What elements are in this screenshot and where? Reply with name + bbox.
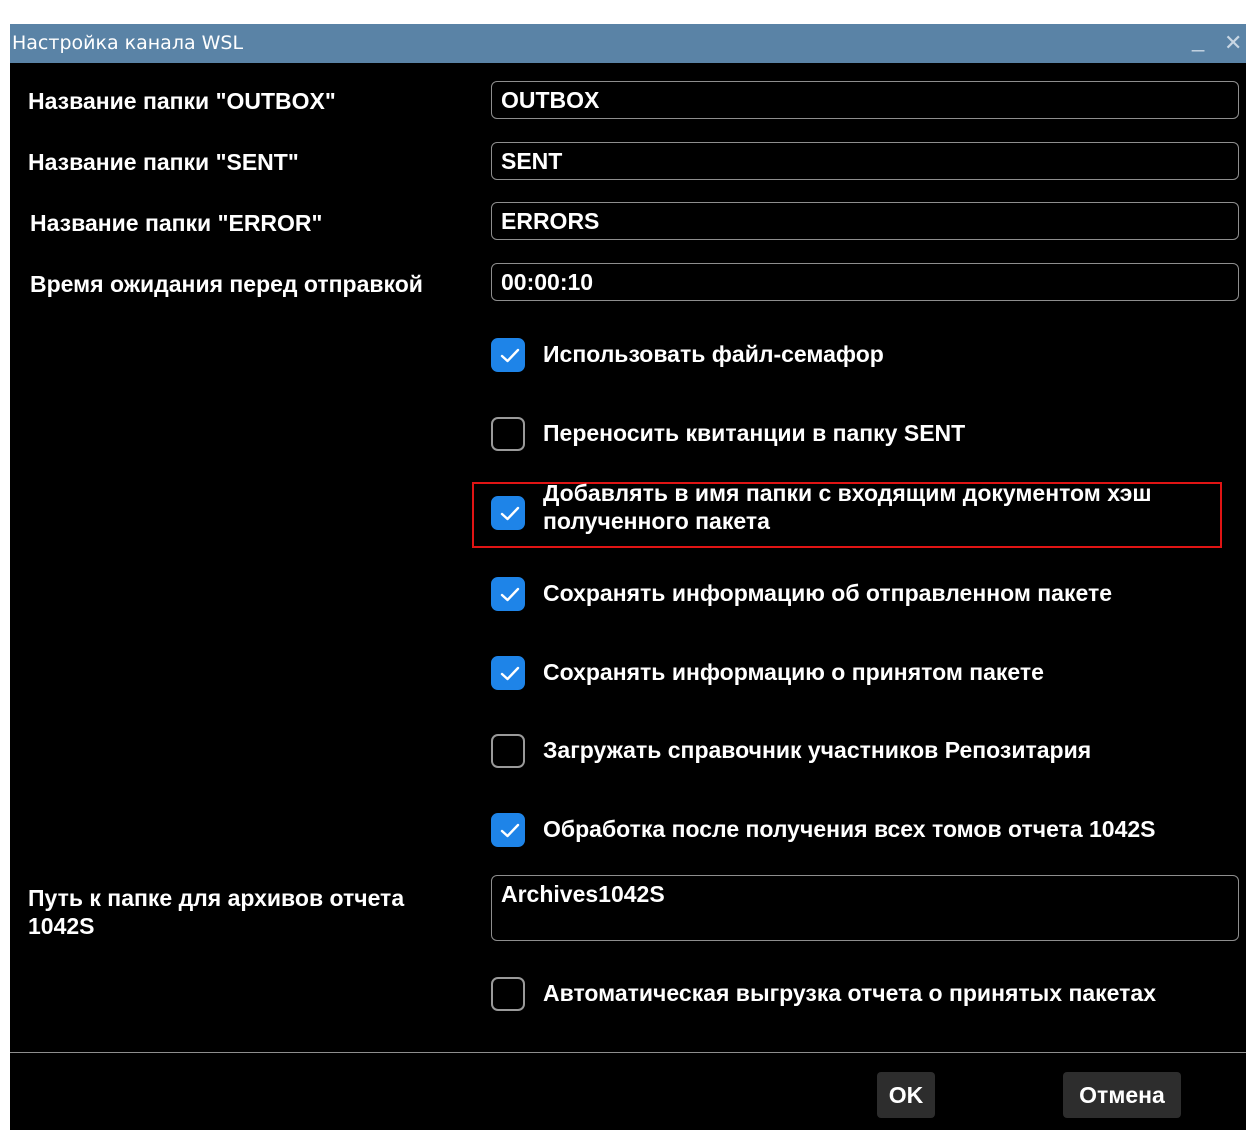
footer-divider (10, 1052, 1246, 1053)
sent-label: Название папки "SENT" (28, 149, 299, 175)
check-icon (500, 823, 520, 838)
check-icon (500, 587, 520, 602)
checkbox-label: Обработка после получения всех томов отч… (543, 816, 1156, 842)
archive-path-input[interactable]: Archives1042S (501, 880, 1231, 938)
check-icon (500, 506, 520, 521)
checkbox-label: Использовать файл-семафор (543, 341, 884, 367)
outbox-label: Название папки "OUTBOX" (28, 88, 336, 114)
error-input[interactable] (501, 207, 1231, 235)
wait-time-label: Время ожидания перед отправкой (30, 271, 423, 297)
check-icon (500, 348, 520, 363)
checkbox-box[interactable] (491, 977, 525, 1011)
checkbox-box[interactable] (491, 813, 525, 847)
title-bar[interactable]: Настройка канала WSL _ ✕ (10, 24, 1246, 63)
sent-input[interactable] (501, 147, 1231, 175)
checkbox-label: Добавлять в имя папки с входящим докумен… (543, 480, 1152, 534)
checkbox-label: Загружать справочник участников Репозита… (543, 737, 1092, 763)
minimize-icon[interactable]: _ (1192, 27, 1204, 53)
checkbox-box[interactable] (491, 496, 525, 530)
archive-path-label: Путь к папке для архивов отчета 1042S (28, 885, 405, 939)
sent-field[interactable] (491, 142, 1239, 180)
settings-dialog: Настройка канала WSL _ ✕ Название папки … (10, 24, 1246, 1130)
check-icon (500, 666, 520, 681)
outbox-input[interactable] (501, 86, 1231, 114)
checkbox-box[interactable] (491, 338, 525, 372)
archive-path-field[interactable]: Archives1042S (491, 875, 1239, 941)
checkbox-box[interactable] (491, 656, 525, 690)
wait-time-field[interactable] (491, 263, 1239, 301)
checkbox-label: Сохранять информацию об отправленном пак… (543, 580, 1113, 606)
error-field[interactable] (491, 202, 1239, 240)
close-icon[interactable]: ✕ (1224, 30, 1242, 56)
wait-time-input[interactable] (501, 268, 1231, 296)
outbox-field[interactable] (491, 81, 1239, 119)
checkbox-label: Автоматическая выгрузка отчета о приняты… (543, 980, 1157, 1006)
checkbox-box[interactable] (491, 734, 525, 768)
error-label: Название папки "ERROR" (30, 210, 323, 236)
checkbox-label: Переносить квитанции в папку SENT (543, 420, 966, 446)
checkbox-label: Сохранять информацию о принятом пакете (543, 659, 1044, 685)
ok-button[interactable]: OK (877, 1072, 935, 1118)
checkbox-box[interactable] (491, 577, 525, 611)
cancel-button[interactable]: Отмена (1063, 1072, 1181, 1118)
checkbox-box[interactable] (491, 417, 525, 451)
dialog-title: Настройка канала WSL (12, 32, 244, 54)
